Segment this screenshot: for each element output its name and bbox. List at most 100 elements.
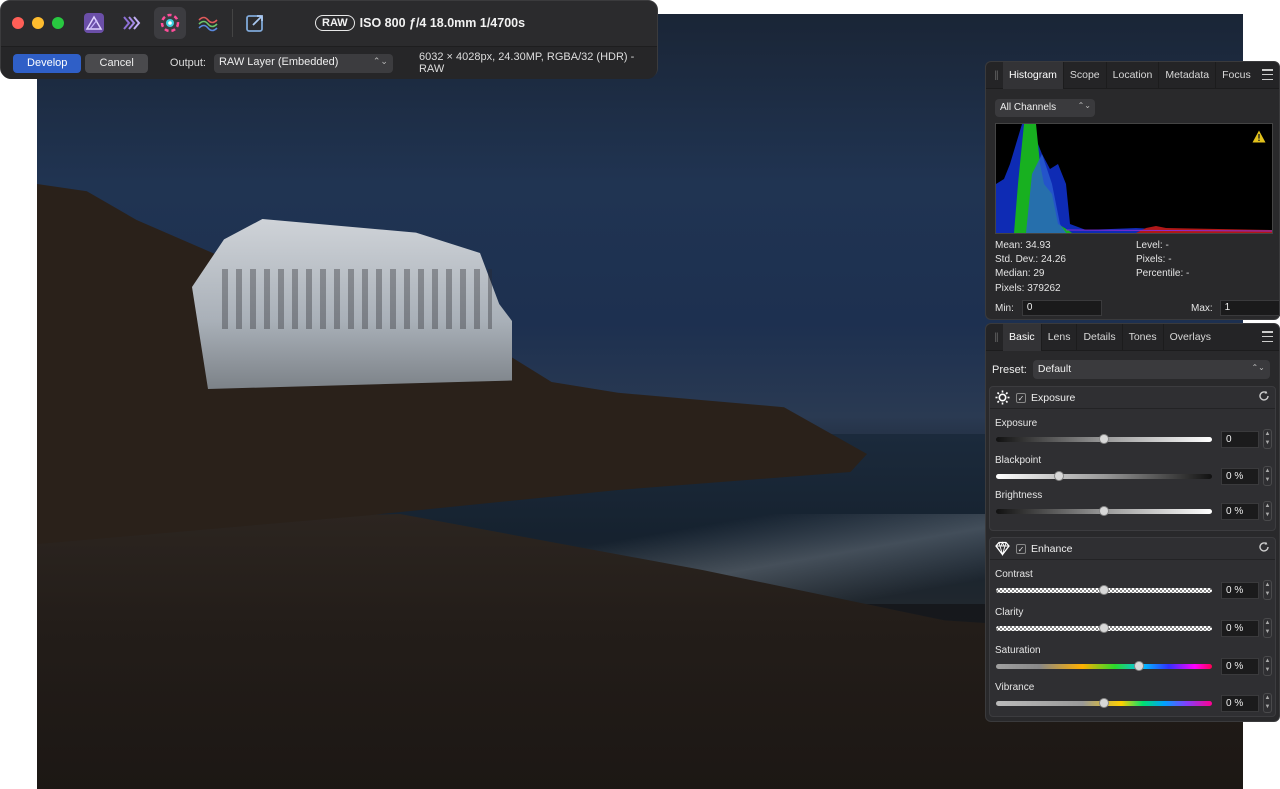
stat-mean: Mean: 34.93 bbox=[995, 240, 1051, 251]
vibrance-stepper[interactable]: ▲ ▼ bbox=[1263, 693, 1272, 713]
zoom-window-button[interactable] bbox=[52, 17, 64, 29]
liquify-persona-icon bbox=[123, 16, 141, 30]
chevron-updown-icon: ⌃⌄ bbox=[1077, 101, 1091, 110]
blackpoint-value-field[interactable]: 0 % bbox=[1221, 468, 1259, 485]
cancel-button[interactable]: Cancel bbox=[85, 53, 148, 73]
tone-mapping-persona-button[interactable] bbox=[192, 7, 224, 39]
tab-focus[interactable]: Focus bbox=[1216, 62, 1257, 89]
blackpoint-control: Blackpoint 0 % ▲ ▼ bbox=[990, 455, 1277, 491]
min-label: Min: bbox=[995, 302, 1014, 314]
blackpoint-slider[interactable] bbox=[996, 474, 1212, 479]
tab-overlays[interactable]: Overlays bbox=[1164, 324, 1217, 351]
panel-grip-icon[interactable]: || bbox=[989, 332, 1003, 343]
max-field[interactable]: 1 bbox=[1219, 300, 1280, 316]
tab-tones[interactable]: Tones bbox=[1123, 323, 1164, 351]
export-persona-button[interactable] bbox=[239, 7, 271, 39]
exif-text: ISO 800 ƒ/4 18.0mm 1/4700s bbox=[359, 16, 526, 30]
saturation-value-field[interactable]: 0 % bbox=[1221, 658, 1259, 675]
stat-median: Median: 29 bbox=[995, 268, 1045, 280]
tab-basic[interactable]: Basic bbox=[1003, 323, 1042, 351]
contrast-value-field[interactable]: 0 % bbox=[1221, 582, 1259, 599]
panel-menu-icon[interactable] bbox=[1262, 331, 1273, 342]
develop-button[interactable]: Develop bbox=[13, 53, 82, 73]
saturation-control: Saturation 0 % ▲ ▼ bbox=[990, 645, 1277, 681]
saturation-slider[interactable] bbox=[996, 664, 1212, 669]
saturation-label: Saturation bbox=[995, 645, 1041, 656]
minimize-window-button[interactable] bbox=[32, 17, 44, 29]
liquify-persona-button[interactable] bbox=[116, 7, 148, 39]
histogram-panel-tabs: || Histogram Scope Location Metadata Foc… bbox=[986, 61, 1279, 89]
min-control: Min: 0 bbox=[995, 300, 1102, 316]
diamond-icon bbox=[995, 541, 1010, 556]
develop-persona-button[interactable] bbox=[154, 7, 186, 39]
tone-mapping-persona-icon bbox=[198, 16, 218, 32]
stat-pixels: Pixels: 379262 bbox=[995, 282, 1061, 294]
max-label: Max: bbox=[1191, 302, 1213, 314]
enhance-enable-checkbox[interactable]: ✓ bbox=[1016, 543, 1026, 554]
exposure-slider-thumb[interactable] bbox=[1099, 434, 1109, 444]
panel-menu-icon[interactable] bbox=[1262, 69, 1273, 80]
output-select[interactable]: RAW Layer (Embedded) ⌃⌄ bbox=[213, 53, 393, 73]
vibrance-value-field[interactable]: 0 % bbox=[1221, 695, 1259, 712]
histogram-stats: Mean: 34.93 Std. Dev.: 24.26 Median: 29 … bbox=[995, 239, 1275, 296]
contrast-control: Contrast 0 % ▲ ▼ bbox=[990, 569, 1277, 605]
channels-select-value: All Channels bbox=[1000, 102, 1057, 113]
preset-control: Preset: Default ⌃⌄ bbox=[992, 360, 1270, 379]
develop-persona-icon bbox=[160, 13, 180, 33]
brightness-stepper[interactable]: ▲ ▼ bbox=[1263, 501, 1272, 521]
photo-building-windows bbox=[222, 269, 492, 329]
tab-lens[interactable]: Lens bbox=[1042, 323, 1078, 351]
exposure-stepper[interactable]: ▲ ▼ bbox=[1263, 429, 1272, 449]
stat-level: Level: - bbox=[1136, 240, 1169, 251]
close-window-button[interactable] bbox=[12, 17, 24, 29]
enhance-section: ✓ Enhance Contrast 0 % ▲ ▼ Clarity 0 % ▲ ▼… bbox=[989, 537, 1276, 717]
reset-icon[interactable] bbox=[1258, 541, 1270, 556]
channels-select[interactable]: All Channels ⌃⌄ bbox=[995, 99, 1095, 117]
photo-persona-button[interactable] bbox=[78, 7, 110, 39]
vibrance-control: Vibrance 0 % ▲ ▼ bbox=[990, 682, 1277, 718]
min-field[interactable]: 0 bbox=[1021, 300, 1102, 316]
saturation-slider-thumb[interactable] bbox=[1133, 661, 1144, 671]
raw-badge: RAW bbox=[315, 15, 355, 31]
max-control: Max: 1 bbox=[1191, 300, 1280, 316]
clarity-value-field[interactable]: 0 % bbox=[1221, 620, 1259, 637]
brightness-label: Brightness bbox=[995, 490, 1043, 501]
tab-scope[interactable]: Scope bbox=[1064, 61, 1107, 89]
panel-grip-icon[interactable]: || bbox=[989, 70, 1003, 81]
output-label: Output: bbox=[169, 57, 206, 69]
histogram-curves bbox=[996, 124, 1273, 233]
stat-percentile: Percentile: - bbox=[1136, 268, 1190, 280]
tab-location[interactable]: Location bbox=[1107, 61, 1160, 89]
preset-select[interactable]: Default ⌃⌄ bbox=[1032, 360, 1270, 379]
clarity-slider-thumb[interactable] bbox=[1099, 623, 1109, 633]
tab-metadata[interactable]: Metadata bbox=[1159, 61, 1217, 89]
exposure-value-field[interactable]: 0 bbox=[1221, 431, 1259, 448]
clipping-warning-icon[interactable] bbox=[1252, 130, 1266, 143]
window-controls bbox=[12, 17, 64, 29]
tab-details[interactable]: Details bbox=[1077, 323, 1123, 351]
brightness-value-field[interactable]: 0 % bbox=[1221, 503, 1259, 520]
preset-label: Preset: bbox=[992, 363, 1027, 376]
exposure-enable-checkbox[interactable]: ✓ bbox=[1016, 392, 1026, 403]
develop-toolbar: RAW ISO 800 ƒ/4 18.0mm 1/4700s Develop C… bbox=[0, 0, 658, 79]
clarity-stepper[interactable]: ▲ ▼ bbox=[1263, 618, 1272, 638]
saturation-stepper[interactable]: ▲ ▼ bbox=[1263, 656, 1272, 676]
enhance-section-header[interactable]: ✓ Enhance bbox=[990, 538, 1275, 560]
toolbar-separator bbox=[232, 9, 233, 37]
brightness-slider-thumb[interactable] bbox=[1099, 506, 1109, 516]
toolbar-context-row: Develop Cancel Output: RAW Layer (Embedd… bbox=[1, 46, 657, 79]
blackpoint-stepper[interactable]: ▲ ▼ bbox=[1263, 466, 1272, 486]
contrast-stepper[interactable]: ▲ ▼ bbox=[1263, 580, 1272, 600]
export-persona-icon bbox=[246, 15, 263, 32]
histogram-panel: || Histogram Scope Location Metadata Foc… bbox=[985, 61, 1280, 320]
output-select-value: RAW Layer (Embedded) bbox=[218, 55, 339, 68]
vibrance-slider-thumb[interactable] bbox=[1099, 698, 1109, 708]
sun-icon bbox=[995, 390, 1010, 405]
toolbar-top-row: RAW ISO 800 ƒ/4 18.0mm 1/4700s bbox=[1, 1, 657, 45]
blackpoint-slider-thumb[interactable] bbox=[1053, 471, 1064, 481]
exposure-section-header[interactable]: ✓ Exposure bbox=[990, 387, 1275, 409]
contrast-slider-thumb[interactable] bbox=[1099, 585, 1109, 595]
stat-std-dev: Std. Dev.: 24.26 bbox=[995, 254, 1066, 266]
tab-histogram[interactable]: Histogram bbox=[1003, 61, 1064, 89]
reset-icon[interactable] bbox=[1258, 390, 1270, 405]
